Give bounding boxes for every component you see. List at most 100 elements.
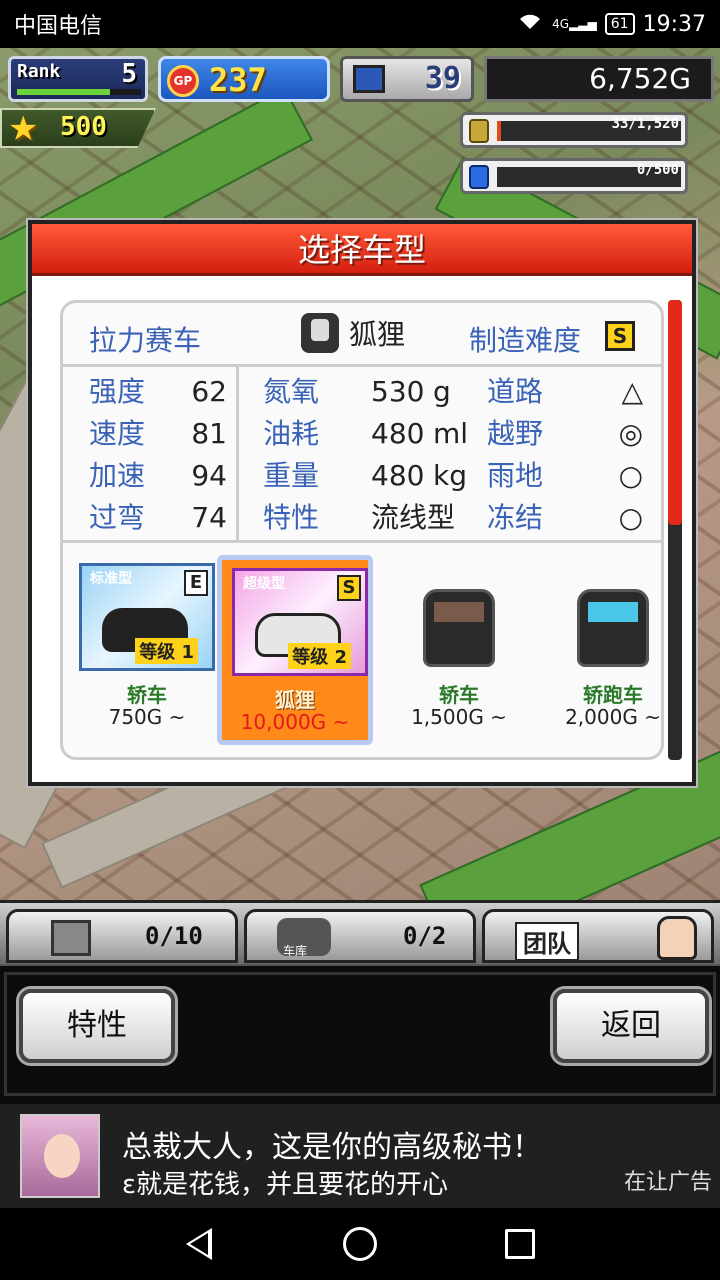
terrain-row: 越野 ◎ (487, 413, 647, 455)
level-badge: 等级 1 (135, 638, 198, 664)
dialog-title: 选择车型 (32, 224, 692, 276)
gp-panel[interactable]: GP 237 (158, 56, 330, 102)
fan-panel[interactable]: ★ 500 (0, 108, 156, 148)
resource-text: 33/1,520 (611, 116, 679, 132)
computer-icon (353, 65, 385, 93)
stat-row: 速度 81 (63, 413, 239, 455)
ad-banner[interactable]: 总裁大人，这是你的高级秘书！ ɛ就是花钱，并且要花的开心 在让广告 (0, 1104, 720, 1208)
back-button[interactable]: 返回 (553, 989, 709, 1063)
stat-name: 强度 (89, 375, 146, 408)
select-car-dialog: 选择车型 拉力赛车 狐狸 制造难度 S 强度 62 速度 81 加速 94 过弯… (28, 220, 696, 786)
level-label: 等级 (292, 647, 329, 668)
difficulty-grade-badge: S (605, 321, 635, 351)
terrain-row: 道路 △ (487, 371, 647, 413)
stat-unit: ml (433, 417, 469, 450)
tab-items[interactable]: 0/10 (6, 909, 238, 963)
terrain-name: 越野 (487, 417, 544, 450)
car-price: 10,000G ~ (240, 710, 350, 734)
stat-row: 特性 流线型 (263, 497, 483, 539)
car-category: 拉力赛车 (89, 324, 202, 357)
stat-row: 过弯 74 (63, 497, 239, 539)
car-price: 750G ~ (108, 705, 186, 729)
tab-team[interactable]: 团队 (482, 909, 714, 963)
car-name: 轿车 (127, 683, 167, 707)
action-panel: 特性 返回 (0, 964, 720, 1104)
car-stats: 强度 62 速度 81 加速 94 过弯 74 氮氧 530 g 油耗 480 … (63, 367, 661, 543)
crate-icon (51, 920, 91, 956)
stat-name: 油耗 (263, 417, 320, 450)
terrain-name: 冻结 (487, 501, 544, 534)
stat-row: 加速 94 (63, 455, 239, 497)
money-display: 6,752G (484, 56, 714, 102)
sedan-front-icon (423, 589, 495, 667)
car-card-sedan-locked[interactable]: 轿车 1,500G ~ (381, 555, 537, 745)
stat-name: 重量 (263, 459, 320, 492)
garage-label: 车库 (283, 944, 308, 958)
level-value: 1 (181, 642, 194, 663)
rank-value: 5 (121, 59, 137, 89)
stat-name: 速度 (89, 417, 146, 450)
stat-value: 480 (371, 459, 425, 492)
ad-avatar (20, 1114, 100, 1198)
terrain-rating: ◎ (618, 417, 643, 450)
car-card-coupe[interactable]: 轿跑车 2,000G ~ (535, 555, 661, 745)
stat-value: 530 (371, 375, 425, 408)
scrollbar-thumb[interactable] (668, 300, 682, 526)
stat-name: 过弯 (89, 501, 146, 534)
level-badge: 等级 2 (288, 643, 351, 669)
kart-icon (301, 313, 339, 353)
terrain-row: 雨地 ○ (487, 455, 647, 497)
back-nav-icon[interactable] (186, 1228, 212, 1260)
action-panel-frame: 特性 返回 (4, 972, 716, 1096)
car-model-list: 标准型 E 等级 1 轿车 750G ~ 超级型 S 等级 2 狐狸 10,00… (63, 545, 661, 755)
stat-value: 81 (191, 417, 227, 450)
stat-row: 强度 62 (63, 371, 239, 413)
car-card-sedan[interactable]: 标准型 E 等级 1 轿车 750G ~ (69, 555, 225, 745)
stat-row: 油耗 480 ml (263, 413, 483, 455)
rank-progress-bar (17, 89, 141, 95)
stat-value: 62 (191, 375, 227, 408)
gp-value: 237 (209, 61, 267, 99)
terrain-rating: △ (621, 375, 643, 408)
traits-button[interactable]: 特性 (19, 989, 175, 1063)
car-name: 轿车 (439, 683, 479, 707)
system-nav-bar (0, 1208, 720, 1280)
star-icon: ★ (8, 109, 39, 149)
car-price: 2,000G ~ (565, 705, 661, 729)
stat-name: 加速 (89, 459, 146, 492)
home-nav-icon[interactable] (343, 1227, 377, 1261)
battery-indicator: 61 (604, 13, 635, 35)
stat-row: 氮氧 530 g (263, 371, 483, 413)
box-label: 超级型 (243, 576, 285, 592)
resource-text: 0/500 (636, 162, 679, 178)
tab-count: 0/2 (403, 922, 447, 950)
car-card-fox[interactable]: 超级型 S 等级 2 狐狸 10,000G ~ (217, 555, 373, 745)
computer-panel[interactable]: 39 (340, 56, 474, 102)
level-value: 2 (334, 647, 347, 668)
stat-value: 94 (191, 459, 227, 492)
tab-garage[interactable]: 车库 0/2 (244, 909, 476, 963)
car-name: 狐狸 (275, 688, 315, 712)
scrollbar[interactable] (668, 300, 682, 760)
stat-value: 流线型 (371, 501, 456, 534)
car-box-art: 超级型 S 等级 2 (232, 568, 368, 676)
resource-bar-fuel[interactable]: 0/500 (460, 158, 688, 194)
stat-name: 特性 (263, 501, 320, 534)
resource-fill (497, 121, 501, 141)
fan-value: 500 (60, 112, 107, 142)
stat-unit: g (433, 375, 451, 408)
resource-bar-money[interactable]: 33/1,520 (460, 112, 688, 148)
ad-tag: 在让广告 (623, 1170, 712, 1195)
ad-subtext: ɛ就是花钱，并且要花的开心 (122, 1170, 449, 1200)
status-right: 4G▂▃▅ 61 19:37 (516, 11, 706, 37)
recent-apps-icon[interactable] (505, 1229, 535, 1259)
carrier-label: 中国电信 (14, 14, 103, 39)
stat-unit: kg (433, 459, 467, 492)
fuel-icon (469, 165, 489, 189)
box-label: 标准型 (90, 571, 132, 587)
rank-panel[interactable]: Rank 5 (8, 56, 148, 102)
computer-value: 39 (424, 61, 461, 96)
car-price: 1,500G ~ (411, 705, 507, 729)
grade-badge: S (337, 575, 361, 601)
selected-car-name: 狐狸 (349, 318, 406, 351)
